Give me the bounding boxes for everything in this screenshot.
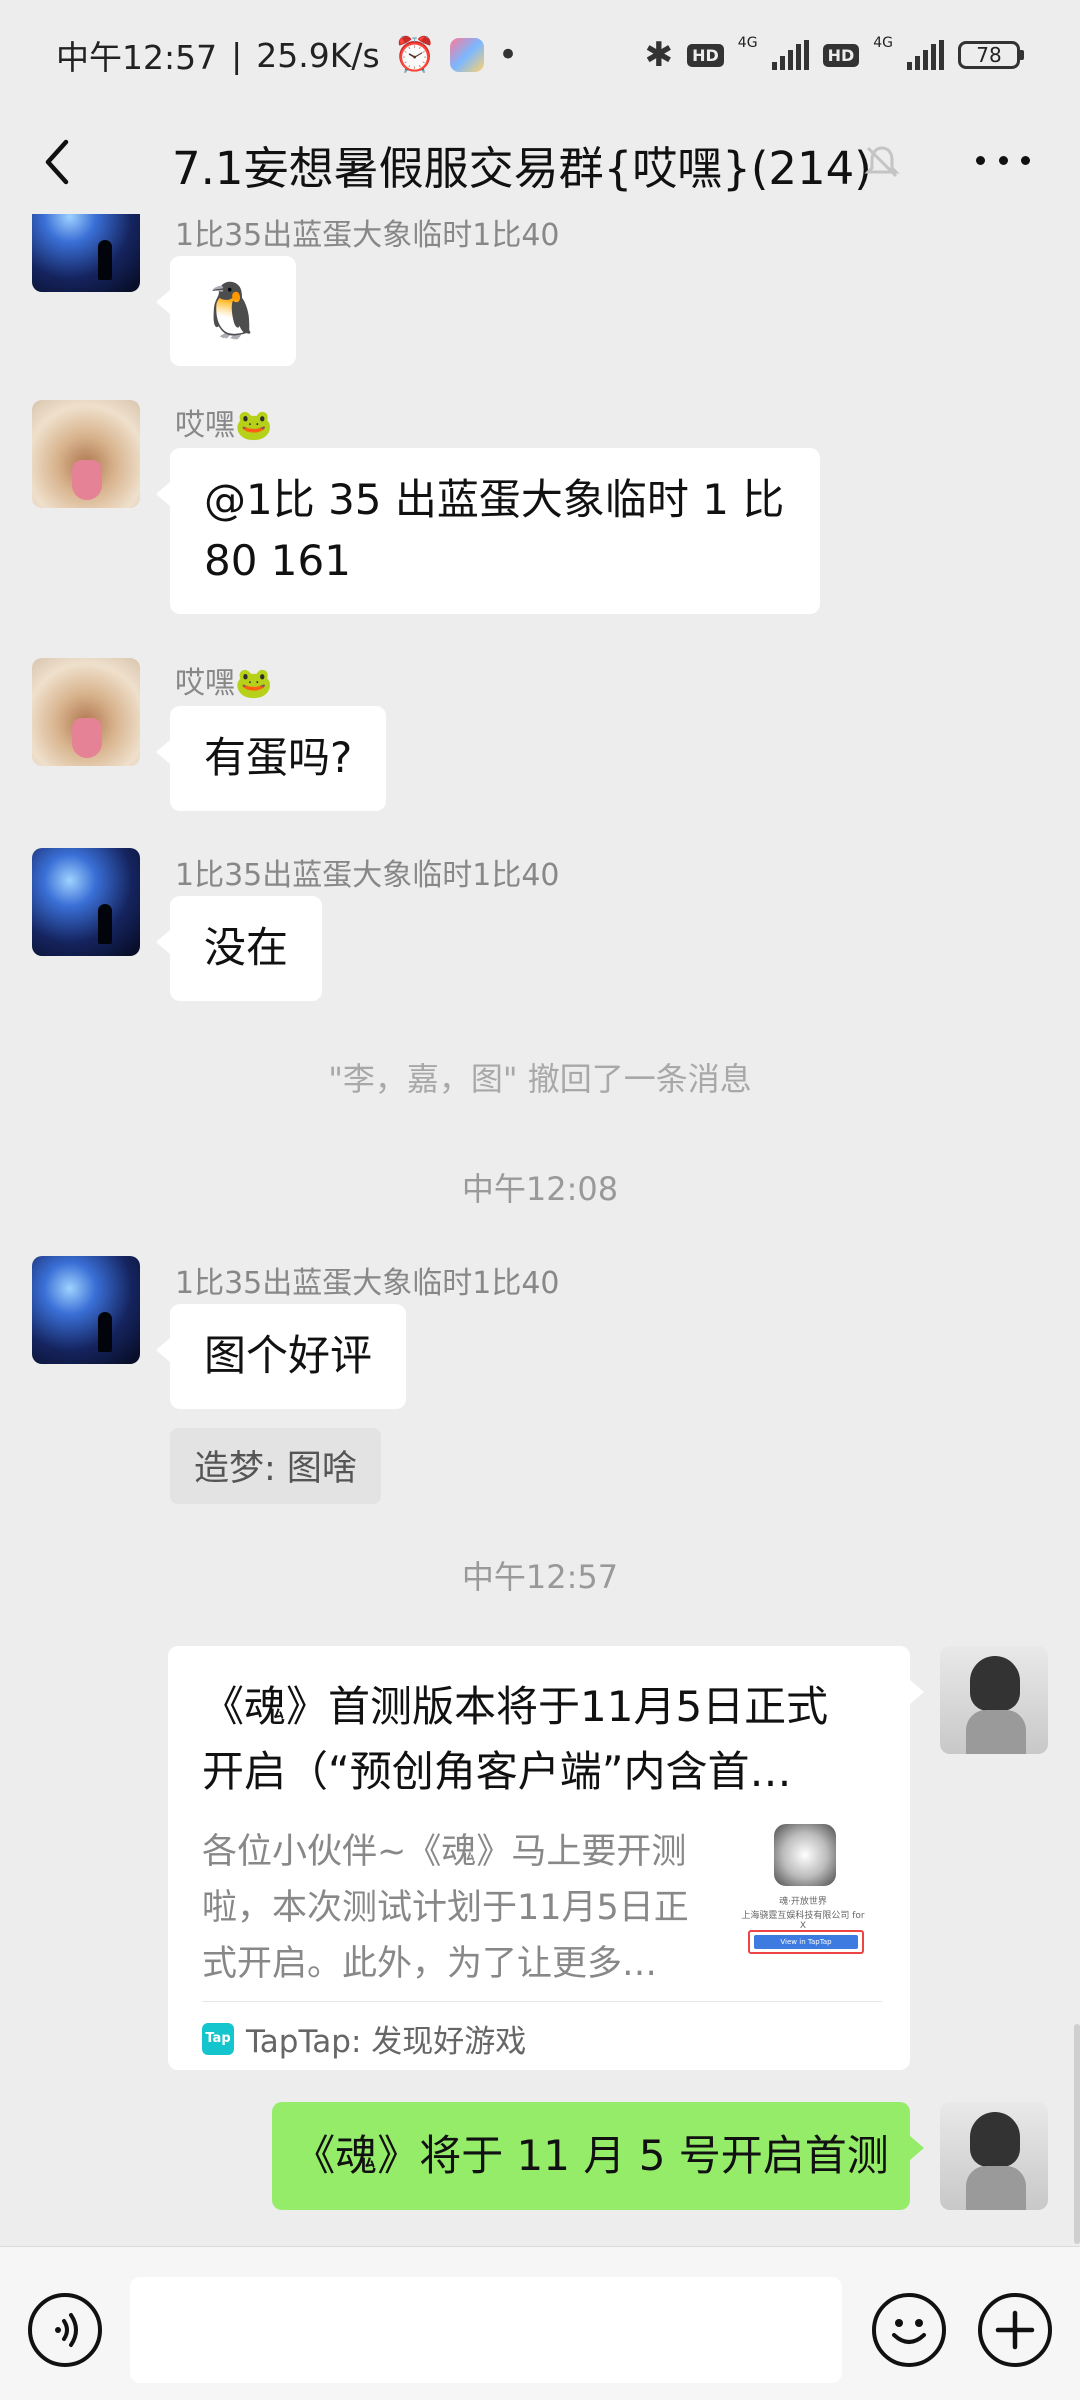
thumbnail-button-label: View in TapTap <box>754 1935 858 1949</box>
self-text-message[interactable]: 《魂》将于 11 月 5 号开启首测 <box>272 2102 924 2210</box>
thumbnail-publisher: 上海骁霆互娱科技有限公司 for X <box>741 1911 865 1931</box>
text-message[interactable]: 图个好评 <box>155 1304 407 1409</box>
hd-badge-1: HD <box>687 43 724 67</box>
text-message[interactable]: 有蛋吗? <box>155 706 387 811</box>
message-list[interactable]: 1比35出蓝蛋大象临时1比40 🐧 哎嘿🐸 @1比 35 出蓝蛋大象临时 1 比… <box>0 214 1080 2246</box>
battery-tip <box>1020 50 1024 60</box>
battery-icon: 78 <box>958 41 1024 69</box>
sender-name: 1比35出蓝蛋大象临时1比40 <box>175 858 560 893</box>
quoted-reply[interactable]: 造梦: 图啥 <box>170 1428 381 1504</box>
card-thumbnail: 魂·开放世界 上海骁霆互娱科技有限公司 for X View in TapTap <box>738 1824 865 1964</box>
avatar[interactable] <box>32 400 140 508</box>
text-message[interactable]: @1比 35 出蓝蛋大象临时 1 比 80 161 <box>156 448 820 614</box>
card-source: Tap TapTap: 发现好游戏 <box>202 2016 526 2061</box>
signal-icon-1 <box>771 40 809 70</box>
back-arrow-icon[interactable] <box>30 132 90 192</box>
network-speed: 25.9K/s <box>256 35 380 75</box>
network-type-2: 4G <box>873 35 893 51</box>
game-logo-icon <box>774 1824 836 1886</box>
text-message[interactable]: 没在 <box>155 896 323 1001</box>
timestamp: 中午12:57 <box>461 1558 619 1596</box>
sender-name: 1比35出蓝蛋大象临时1比40 <box>175 1266 560 1301</box>
voice-input-icon[interactable] <box>28 2293 102 2367</box>
plus-glyph <box>995 2310 1035 2350</box>
emoji-face <box>892 2319 926 2344</box>
message-line: 80 161 <box>204 535 351 585</box>
sender-name: 哎嘿🐸 <box>175 408 273 443</box>
scrollbar[interactable] <box>1074 2024 1080 2244</box>
muted-bell-icon <box>864 146 900 178</box>
avatar[interactable] <box>32 848 140 956</box>
self-avatar[interactable] <box>940 1646 1048 1754</box>
recall-notice: "李，嘉，图" 撤回了一条消息 <box>328 1060 752 1098</box>
sender-name: 哎嘿🐸 <box>175 666 273 701</box>
message-input[interactable] <box>130 2277 842 2383</box>
sticker-message[interactable]: 🐧 <box>156 256 296 366</box>
avatar[interactable] <box>32 1256 140 1364</box>
network-type-1: 4G <box>737 35 758 51</box>
card-description: 各位小伙伴~《魂》马上要开测啦，本次测试计划于11月5日正式开启。此外，为了让更… <box>202 1832 689 1984</box>
chat-header: 7.1妄想暑假服交易群{哎嘿}(214) <box>0 110 1080 214</box>
card-divider <box>202 2001 882 2002</box>
status-left: 中午12:57 | 25.9K/s ⏰ • <box>56 31 518 79</box>
timestamp: 中午12:08 <box>461 1170 619 1208</box>
chat-title: 7.1妄想暑假服交易群{哎嘿}(214) <box>172 142 872 195</box>
status-bar: 中午12:57 | 25.9K/s ⏰ • ✱ HD 4G HD 4G 78 <box>0 0 1080 110</box>
battery-level: 78 <box>958 41 1020 69</box>
link-card-message[interactable]: 《魂》首测版本将于11月5日正式开启（“预创角客户端”内含首… 各位小伙伴~《魂… <box>168 1646 924 2070</box>
self-avatar[interactable] <box>940 2102 1048 2210</box>
card-source-label: TapTap: 发现好游戏 <box>246 2024 527 2060</box>
status-separator: | <box>231 35 243 75</box>
voice-waves <box>55 2313 78 2347</box>
plus-icon[interactable] <box>978 2293 1052 2367</box>
input-bar <box>0 2246 1080 2400</box>
bluetooth-icon: ✱ <box>644 35 674 75</box>
more-options-icon[interactable] <box>968 130 1038 190</box>
emoji-icon[interactable] <box>872 2293 946 2367</box>
avatar[interactable] <box>32 658 140 766</box>
alarm-icon: ⏰ <box>393 35 437 75</box>
taptap-icon: Tap <box>202 2022 234 2055</box>
card-title: 《魂》首测版本将于11月5日正式开启（“预创角客户端”内含首… <box>202 1682 829 1797</box>
status-time: 中午12:57 <box>56 38 218 77</box>
thumbnail-caption: 魂·开放世界 <box>779 1897 827 1907</box>
status-right: ✱ HD 4G HD 4G 78 <box>645 35 1024 75</box>
sender-name: 1比35出蓝蛋大象临时1比40 <box>175 218 560 253</box>
signal-icon-2 <box>907 40 944 70</box>
message-line: @1比 35 出蓝蛋大象临时 1 比 <box>204 475 785 524</box>
hd-badge-2: HD <box>822 43 860 67</box>
avatar[interactable] <box>32 214 140 292</box>
notification-dot-icon: • <box>498 35 519 75</box>
game-app-icon <box>450 38 485 72</box>
thumbnail-button: View in TapTap <box>748 1930 864 1954</box>
